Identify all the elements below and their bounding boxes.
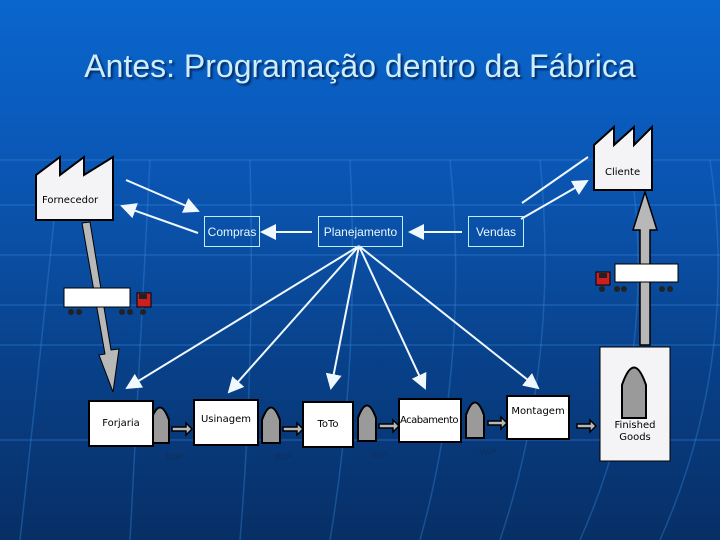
process-box-montagem[interactable]: Montagem bbox=[506, 395, 570, 440]
planejamento-box[interactable]: Planejamento bbox=[318, 216, 403, 247]
wip-inventory-icon bbox=[465, 401, 485, 439]
info-arrow-to-cliente bbox=[520, 180, 589, 220]
supplier-truck-icon bbox=[63, 287, 152, 315]
compras-box[interactable]: Compras bbox=[204, 216, 260, 247]
process-box-forjaria[interactable]: Forjaria bbox=[88, 400, 154, 447]
schedule-arrow-montagem bbox=[358, 245, 540, 390]
vendas-box[interactable]: Vendas bbox=[468, 216, 524, 247]
schedule-arrow-toto bbox=[325, 245, 360, 390]
value-stream-diagram bbox=[35, 124, 679, 462]
schedule-arrow-acabamento bbox=[358, 245, 427, 390]
wip-inventory-icon bbox=[261, 406, 281, 444]
customer-factory-icon bbox=[593, 124, 653, 191]
info-arrow-from-cliente bbox=[521, 156, 589, 204]
push-arrow-icon bbox=[171, 421, 194, 437]
customer-truck-icon bbox=[595, 263, 679, 292]
finished-goods-inventory-icon bbox=[621, 366, 647, 419]
wip-label: WIP bbox=[274, 453, 291, 463]
push-arrow-icon bbox=[487, 415, 509, 431]
info-arrow-to-compras bbox=[125, 179, 200, 213]
wip-label: WIP bbox=[371, 451, 388, 461]
supplier-factory-icon bbox=[35, 155, 114, 221]
push-arrow-icon bbox=[378, 418, 401, 434]
wip-label: WIP bbox=[166, 453, 183, 463]
finished-goods-label: Finished Goods bbox=[614, 420, 656, 443]
wip-inventory-icon bbox=[357, 404, 377, 442]
push-arrow-icon bbox=[576, 418, 598, 434]
process-box-toto[interactable]: ToTo bbox=[302, 401, 354, 448]
customer-label: Cliente bbox=[605, 167, 641, 178]
schedule-arrow-forjaria bbox=[125, 245, 360, 390]
schedule-arrow-usinagem bbox=[227, 245, 360, 394]
process-box-usinagem[interactable]: Usinagem bbox=[193, 399, 259, 446]
supplier-label: Fornecedor bbox=[42, 195, 99, 206]
push-arrow-icon bbox=[282, 421, 305, 437]
process-box-acabamento[interactable]: Acabamento bbox=[398, 398, 462, 443]
wip-label: WIP bbox=[479, 448, 496, 458]
info-arrow-from-compras bbox=[120, 203, 199, 234]
